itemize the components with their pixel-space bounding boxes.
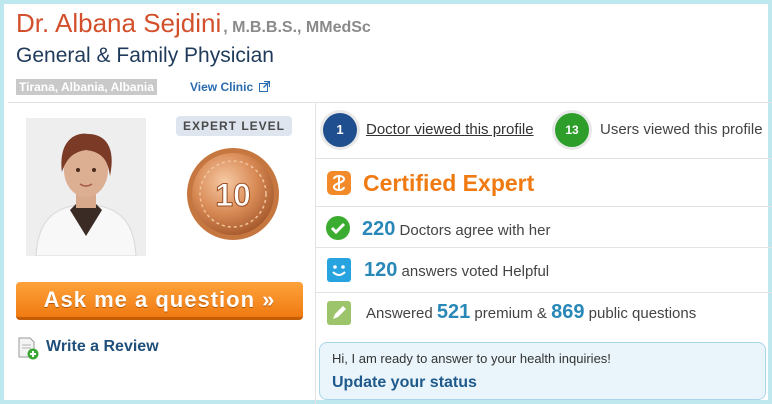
- smiley-icon: [327, 258, 351, 282]
- doctor-views-link[interactable]: Doctor viewed this profile: [366, 121, 534, 138]
- external-link-icon: [259, 81, 271, 92]
- stats-divider-1: [316, 158, 772, 159]
- view-clinic-link[interactable]: View Clinic: [190, 80, 271, 94]
- answered-prefix: Answered: [366, 305, 433, 322]
- certified-expert-icon: [327, 171, 351, 195]
- write-review-icon: [18, 337, 39, 360]
- view-clinic-label: View Clinic: [190, 80, 254, 94]
- helpful-answers-stat: 120 answers voted Helpful: [364, 259, 549, 282]
- certified-expert-label: Certified Expert: [363, 170, 535, 196]
- user-views-badge: 13: [555, 113, 589, 147]
- premium-answers-count: 521: [436, 301, 471, 323]
- doctor-credentials: , M.B.B.S., MMedSc: [223, 19, 371, 36]
- status-box: Hi, I am ready to answer to your health …: [319, 342, 766, 400]
- doctor-views-badge: 1: [323, 113, 357, 147]
- ask-question-button[interactable]: Ask me a question »: [16, 282, 303, 320]
- doctors-agree-count: 220: [362, 218, 396, 240]
- doctor-name: Dr. Albana Sejdini, M.B.B.S., MMedSc: [16, 8, 371, 39]
- expert-level-number: 10: [215, 177, 251, 213]
- stats-divider-3: [316, 247, 772, 248]
- expert-level-medal-icon: 10: [187, 148, 279, 240]
- header-divider: [8, 102, 772, 103]
- helpful-answers-text: answers voted Helpful: [401, 263, 550, 280]
- stats-divider-4: [316, 292, 772, 293]
- doctors-agree-text: Doctors agree with her: [399, 222, 551, 239]
- profile-card: Dr. Albana Sejdini, M.B.B.S., MMedSc Gen…: [0, 0, 772, 404]
- write-review-link[interactable]: Write a Review: [46, 338, 159, 356]
- stats-divider-2: [316, 206, 772, 207]
- doctors-agree-stat: 220 Doctors agree with her: [362, 218, 550, 241]
- public-answers-text: public questions: [588, 305, 697, 322]
- checkmark-icon: [326, 216, 350, 240]
- doctor-location: Tirana, Albania, Albania: [16, 79, 157, 95]
- expert-level-label: EXPERT LEVEL: [176, 116, 292, 136]
- premium-answers-text: premium &: [474, 305, 547, 322]
- doctor-name-text: Dr. Albana Sejdini: [16, 8, 222, 38]
- update-status-link[interactable]: Update your status: [332, 374, 477, 392]
- doctor-photo: [26, 118, 146, 256]
- user-views-label: Users viewed this profile: [600, 121, 763, 138]
- helpful-answers-count: 120: [364, 259, 398, 281]
- edit-pencil-icon: [327, 301, 351, 325]
- status-message: Hi, I am ready to answer to your health …: [332, 351, 611, 366]
- doctor-photo-image: [26, 118, 146, 256]
- column-divider: [315, 102, 316, 404]
- answered-questions-stat: Answered 521 premium & 869 public questi…: [366, 301, 696, 324]
- public-answers-count: 869: [551, 301, 585, 323]
- doctor-specialty: General & Family Physician: [16, 44, 274, 67]
